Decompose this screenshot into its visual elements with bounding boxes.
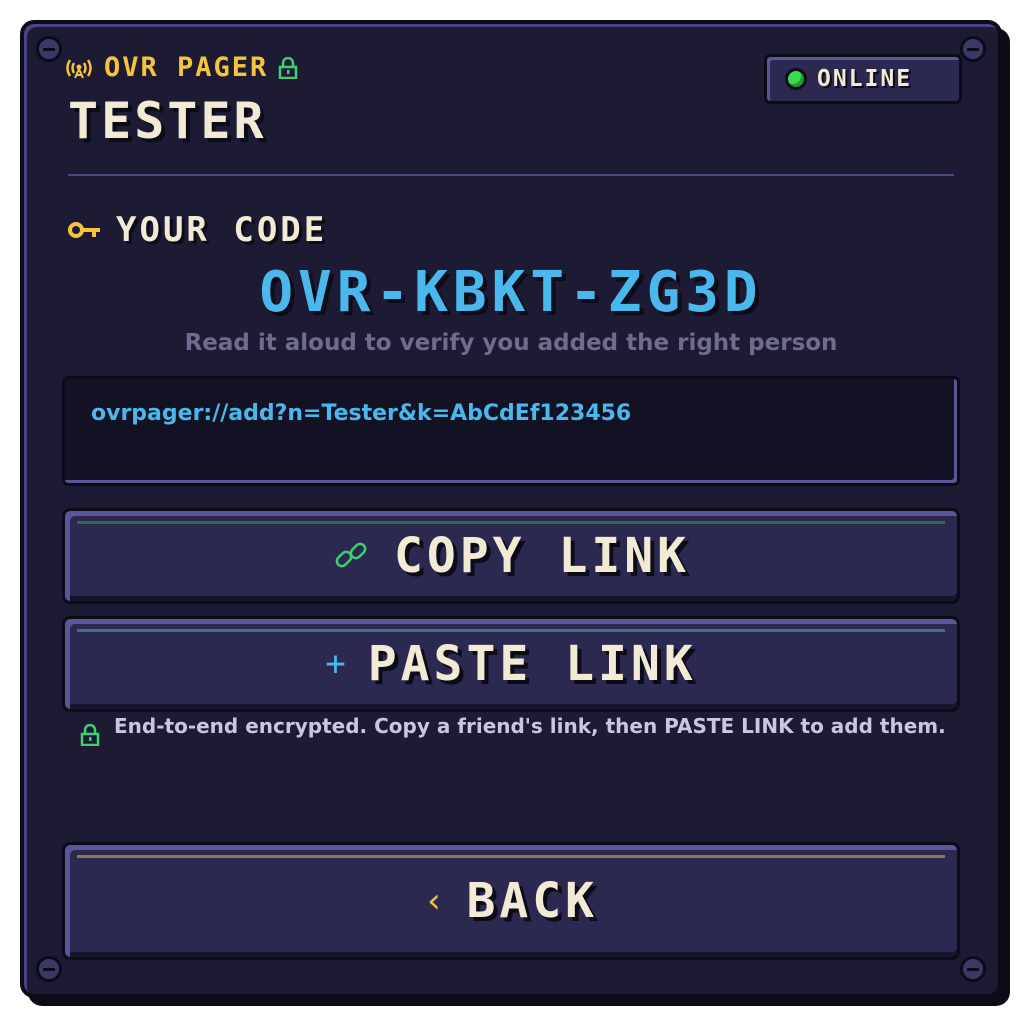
- online-indicator-icon: [785, 68, 807, 90]
- user-code: OVR-KBKT-ZG3D: [259, 260, 763, 325]
- button-stripe: [77, 521, 945, 524]
- antenna-icon: [66, 58, 92, 78]
- pager-panel: OVR PAGER TESTER ONLINE YOUR CODE OVR-KB…: [20, 20, 1002, 998]
- invite-link-text: ovrpager://add?n=Tester&k=AbCdEf123456: [91, 401, 632, 426]
- button-stripe: [77, 855, 945, 858]
- user-name: TESTER: [68, 92, 267, 150]
- chevron-left-icon: ‹: [423, 881, 445, 921]
- lock-icon: [80, 724, 100, 746]
- verify-hint: Read it aloud to verify you added the ri…: [184, 330, 838, 356]
- key-icon: [68, 222, 100, 238]
- code-section-heading: YOUR CODE: [68, 210, 327, 250]
- screw-bottom-left: [36, 956, 62, 982]
- encryption-note: End-to-end encrypted. Copy a friend's li…: [80, 714, 946, 746]
- screw-top-right: [960, 36, 986, 62]
- copy-link-button[interactable]: COPY LINK: [62, 508, 960, 604]
- status-label: ONLINE: [817, 66, 913, 92]
- screw-bottom-right: [960, 956, 986, 982]
- app-header: OVR PAGER: [64, 52, 298, 83]
- invite-link-field[interactable]: ovrpager://add?n=Tester&k=AbCdEf123456: [62, 376, 960, 486]
- back-button[interactable]: ‹ BACK: [62, 842, 960, 960]
- back-label: BACK: [466, 873, 599, 929]
- copy-link-label: COPY LINK: [393, 528, 691, 584]
- code-label: YOUR CODE: [116, 210, 328, 250]
- encryption-note-text: End-to-end encrypted. Copy a friend's li…: [114, 714, 946, 738]
- paste-link-button[interactable]: + PASTE LINK: [62, 616, 960, 712]
- status-badge: ONLINE: [764, 54, 962, 104]
- button-stripe: [77, 629, 945, 632]
- app-title: OVR PAGER: [104, 52, 269, 83]
- plus-icon: +: [325, 644, 346, 684]
- lock-icon: [279, 56, 298, 79]
- header-divider: [68, 174, 954, 176]
- link-icon: [335, 542, 367, 568]
- screw-top-left: [36, 36, 62, 62]
- paste-link-label: PASTE LINK: [367, 636, 697, 692]
